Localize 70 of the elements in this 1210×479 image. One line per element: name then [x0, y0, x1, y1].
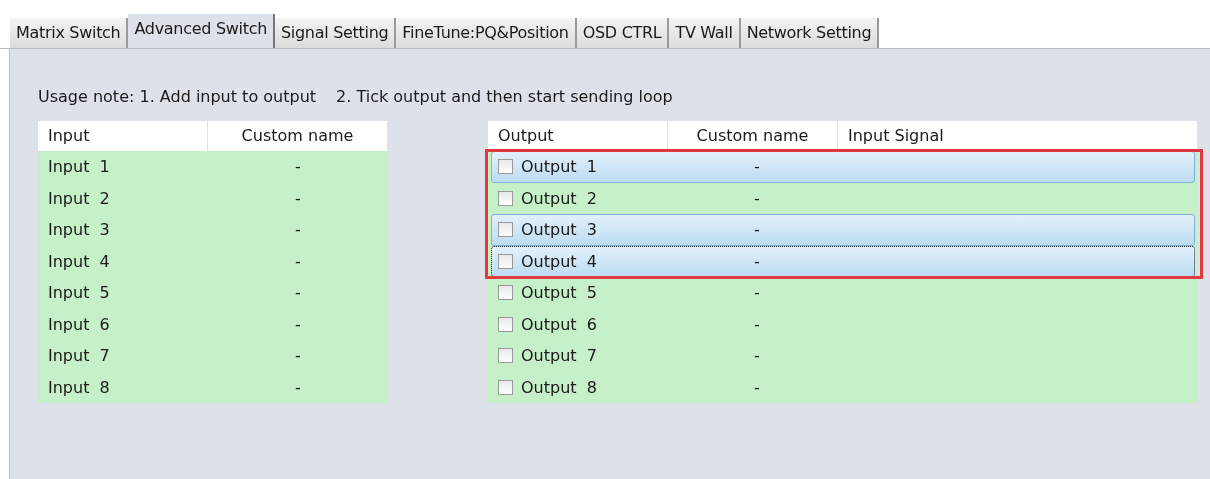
- checkbox[interactable]: [498, 190, 513, 206]
- table-cell-text: -: [294, 188, 302, 208]
- table-cell-text: -: [753, 314, 761, 334]
- table-cell-text: Input 8: [47, 377, 111, 397]
- table-row[interactable]: Output 5 -: [491, 277, 1195, 309]
- table-row[interactable]: Input 2 -: [38, 182, 388, 214]
- table-cell-text: -: [294, 157, 302, 177]
- usage-note: 2. Tick output and then start sending loop: [336, 87, 673, 108]
- table-cell-text: Input 3: [47, 220, 111, 240]
- checkbox[interactable]: [498, 348, 513, 364]
- column-header: Output: [488, 121, 668, 151]
- table-cell-text: -: [753, 157, 761, 177]
- table-row[interactable]: Input 7 -: [38, 340, 388, 372]
- table-cell: Output 1: [521, 157, 597, 177]
- table-cell-text: -: [753, 188, 761, 208]
- checkbox[interactable]: [498, 222, 513, 238]
- table-cell-text: -: [294, 283, 302, 303]
- table-cell-text: Input 5: [47, 283, 111, 303]
- table-cell-text: Input 2: [47, 188, 111, 208]
- checkbox[interactable]: [498, 253, 513, 269]
- checkbox[interactable]: [498, 316, 513, 332]
- table-row[interactable]: Output 8 -: [491, 371, 1195, 403]
- table-cell-text: -: [753, 251, 761, 271]
- table-row[interactable]: Output 7 -: [491, 340, 1195, 372]
- table-cell-text: -: [294, 220, 302, 240]
- column-header: Custom name: [668, 121, 838, 151]
- table-cell-text: -: [294, 314, 302, 334]
- table-cell-text: Input 6: [47, 314, 111, 334]
- column-header: Input Signal: [838, 121, 1198, 151]
- table-cell: Output 8: [521, 377, 597, 397]
- table-cell-text: -: [753, 377, 761, 397]
- table-cell-text: -: [753, 220, 761, 240]
- table-row[interactable]: Input 3 -: [38, 214, 388, 246]
- table-row[interactable]: Output 1 -: [491, 151, 1195, 183]
- column-header: Custom name: [208, 121, 388, 151]
- table-cell: Output 5: [521, 283, 597, 303]
- table-cell: Output 3: [521, 220, 597, 240]
- tab[interactable]: FineTune:PQ&Position: [396, 18, 577, 48]
- tab[interactable]: TV Wall: [669, 18, 741, 48]
- table-cell: Output 4: [521, 251, 597, 271]
- tab[interactable]: Matrix Switch: [10, 18, 129, 48]
- checkbox[interactable]: [498, 285, 513, 301]
- column-header: Input: [38, 121, 208, 151]
- table-row[interactable]: Input 8 -: [38, 371, 388, 403]
- table-row[interactable]: Output 6 -: [491, 308, 1195, 340]
- table-cell-text: -: [294, 377, 302, 397]
- table-cell: Output 2: [521, 188, 597, 208]
- tab[interactable]: Advanced Switch: [128, 14, 275, 48]
- table-cell-text: -: [753, 346, 761, 366]
- table-cell-text: -: [294, 346, 302, 366]
- usage-note: Usage note: 1. Add input to output: [38, 87, 317, 108]
- table-cell-text: Input 4: [47, 251, 111, 271]
- table-cell-text: Input 7: [47, 346, 111, 366]
- table-row[interactable]: Input 5 -: [38, 277, 388, 309]
- table-cell-text: -: [753, 283, 761, 303]
- table-row[interactable]: Input 4 -: [38, 245, 388, 277]
- table-row[interactable]: Input 1 -: [38, 151, 388, 183]
- table-row[interactable]: Input 6 -: [38, 308, 388, 340]
- table-cell: Output 7: [521, 346, 597, 366]
- table-row[interactable]: Output 4 -: [491, 245, 1195, 277]
- tab[interactable]: Signal Setting: [275, 18, 397, 48]
- tab[interactable]: OSD CTRL: [576, 18, 670, 48]
- table-row[interactable]: Output 3 -: [491, 214, 1195, 246]
- table-row[interactable]: Output 2 -: [491, 182, 1195, 214]
- table-cell-text: Input 1: [47, 157, 111, 177]
- checkbox[interactable]: [498, 159, 513, 175]
- table-cell: Output 6: [521, 314, 597, 334]
- table-cell-text: -: [294, 251, 302, 271]
- checkbox[interactable]: [498, 379, 513, 395]
- tab[interactable]: Network Setting: [740, 18, 880, 48]
